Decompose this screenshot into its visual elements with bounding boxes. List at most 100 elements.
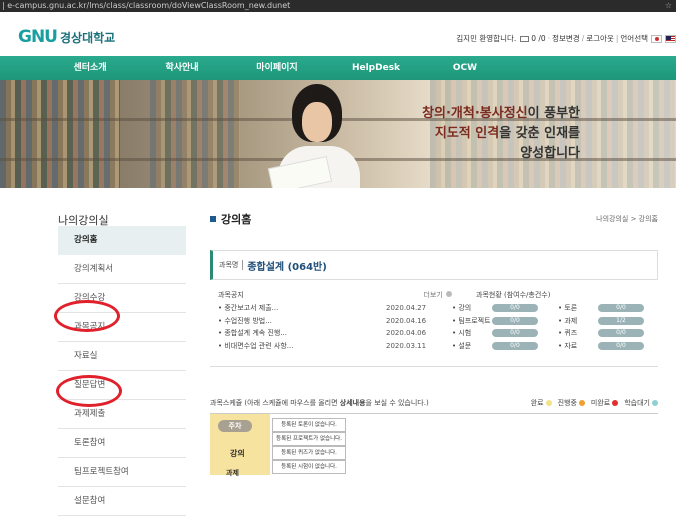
status-label: • 퀴즈 [558,329,578,338]
notice-date: 2020.03.11 [386,341,427,350]
status-badge: 0/0 [492,329,538,338]
legend-dot [578,400,585,406]
notice-title[interactable]: • 수업진행 방법... [218,316,386,326]
separator: · [547,34,551,43]
logo-mark: GNU [18,27,58,47]
notice-title[interactable]: • 비대면수업 관련 사항... [218,341,386,351]
plus-icon [446,291,452,297]
slogan-highlight-1: 창의·개척·봉사정신 [422,106,528,121]
sidebar-item-qna[interactable]: 질문답변 [58,371,186,400]
notice-date: 2020.04.06 [386,329,427,338]
edit-info-link[interactable]: 정보변경 [552,33,580,44]
sidebar-item-discussion[interactable]: 토론참여 [58,429,186,458]
sidebar-item-lecture-view[interactable]: 강의수강 [58,284,186,313]
notice-date: 2020.04.27 [386,304,427,313]
notice-row: • 수업진행 방법... 2020.04.16 • 팀프로젝트 0/0 • 과제… [218,315,658,328]
status-badge: 0/0 [598,304,644,313]
sidebar-item-survey[interactable]: 설문참여 [58,487,186,516]
status-badge: 0/0 [492,316,538,325]
hero-banner: 창의·개척·봉사정신이 풍부한 지도적 인격을 갖춘 인재를 양성합니다 [0,80,676,188]
nav-center-intro[interactable]: 센터소개 [48,56,132,80]
main-content: 강의홈 나의강의실 > 강의홈 과목명 종합설계 (064반) 과목공지 더보기… [210,212,658,350]
more-label: 더보기 [423,291,443,299]
user-greeting: 김지민 환영합니다. [456,34,517,43]
schedule-header: 과목스케쥴 (아래 스케쥴에 마우스를 올리면 상세내용을 보실 수 있습니다.… [210,398,658,408]
university-logo[interactable]: GNU 경상대학교 [18,27,115,47]
legend-dot [545,400,552,406]
sidebar-item-team-project[interactable]: 팀프로젝트참여 [58,458,186,487]
sidebar: 나의강의실 강의홈 강의계획서 강의수강 과목공지 자료실 질문답변 과제제출 … [58,212,186,516]
sidebar-item-lecture-home[interactable]: 강의홈 [58,226,186,255]
breadcrumb: 나의강의실 > 강의홈 [596,215,658,223]
status-heading: 과목현황 (참여수/총건수) [476,291,551,299]
sidebar-item-course-notice[interactable]: 과목공지 [58,313,186,342]
schedule-legend: 완료 진행중 미완료 학습대기 [531,398,658,408]
banner-slogan: 창의·개척·봉사정신이 풍부한 지도적 인격을 갖춘 인재를 양성합니다 [422,104,580,164]
sidebar-item-syllabus[interactable]: 강의계획서 [58,255,186,284]
schedule-cell[interactable]: 등록된 토론이 없습니다. [272,418,346,432]
korean-flag-icon[interactable] [651,34,662,43]
status-label: • 자료 [558,341,578,350]
main-nav: 센터소개 학사안내 마이페이지 HelpDesk OCW [0,56,676,80]
nav-academic-info[interactable]: 학사안내 [140,56,224,80]
bookshelf-image [0,80,120,188]
mail-icon[interactable] [520,35,530,42]
separator: / [581,34,585,43]
status-label: • 팀프로젝트 [452,316,491,325]
course-name-box: 과목명 종합설계 (064반) [210,250,658,280]
status-badge: 1/2 [598,316,644,325]
language-label: 언어선택 [620,34,648,43]
status-label: • 과제 [558,316,578,325]
divider [242,260,244,270]
notice-title[interactable]: • 종합설계 계속 진행... [218,328,386,338]
sidebar-title: 나의강의실 [58,214,109,227]
slogan-text-2: 을 갖춘 인재를 [499,126,580,141]
nav-my-page[interactable]: 마이페이지 [232,56,322,80]
sidebar-item-assignment[interactable]: 과제제출 [58,400,186,429]
page-title: 강의홈 [210,212,658,226]
sidebar-item-resources[interactable]: 자료실 [58,342,186,371]
legend-label: 진행중 [557,399,577,407]
notice-row: • 중간보고서 제출... 2020.04.27 • 강의 0/0 • 토론 0… [218,302,658,315]
nav-ocw[interactable]: OCW [430,56,500,80]
notice-date: 2020.04.16 [386,316,427,325]
schedule-cell[interactable]: 등록된 프로젝트가 없습니다. [272,432,346,446]
schedule-cell[interactable]: 등록된 퀴즈가 없습니다. [272,446,346,460]
more-link[interactable]: 더보기 [402,290,452,300]
mail-count[interactable]: 0 /0 [531,34,545,43]
lecture-label: 강의 [230,449,245,458]
status-label: • 강의 [452,304,472,313]
assignment-label: 과제 [226,469,239,477]
legend-label: 미완료 [590,399,611,407]
notice-row: • 비대면수업 관련 사항... 2020.03.11 • 설문 0/0 • 자… [218,340,658,353]
status-label: • 설문 [452,341,472,350]
slogan-highlight-2: 지도적 인격 [434,126,500,141]
slogan-text-1: 이 풍부한 [527,106,580,121]
status-label: • 시험 [452,329,472,338]
top-utility-nav: 김지민 환영합니다. 0 /0 · 정보변경 / 로그아웃 | 언어선택 [456,33,676,44]
section-divider [210,366,658,367]
bookmark-star-icon[interactable]: ☆ [665,0,672,12]
course-label: 과목명 [219,261,239,269]
notice-title[interactable]: • 중간보고서 제출... [218,303,386,313]
legend-label: 학습대기 [624,399,650,407]
notice-heading: 과목공지 [218,291,244,299]
logo-text: 경상대학교 [60,30,116,45]
us-flag-icon[interactable] [665,34,676,43]
schedule-cell[interactable]: 등록된 시험이 없습니다. [272,460,346,474]
slogan-text-3: 양성합니다 [520,146,580,161]
address-bar[interactable]: | e-campus.gnu.ac.kr/lms/class/classroom… [0,0,676,12]
title-square-icon [210,216,216,222]
schedule-table: 주차 강의 과제 등록된 토론이 없습니다. 등록된 프로젝트가 없습니다. 등… [210,413,658,477]
nav-helpdesk[interactable]: HelpDesk [334,56,418,80]
legend-dot [612,400,619,406]
url-text: | e-campus.gnu.ac.kr/lms/class/classroom… [2,1,291,10]
status-badge: 0/0 [598,329,644,338]
week-label: 주차 [218,420,252,432]
status-badge: 0/0 [492,304,538,313]
course-name: 종합설계 (064반) [247,261,327,273]
separator: | [615,34,619,43]
status-label: • 토론 [558,304,578,313]
site-header: GNU 경상대학교 김지민 환영합니다. 0 /0 · 정보변경 / 로그아웃 … [0,12,676,56]
logout-link[interactable]: 로그아웃 [586,33,614,44]
